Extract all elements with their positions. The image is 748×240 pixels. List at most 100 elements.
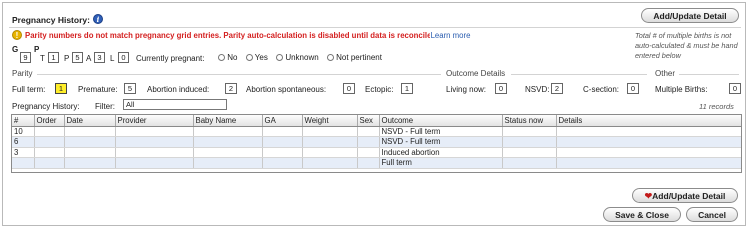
cell-details [556, 126, 741, 137]
preterm-field[interactable]: 5 [72, 52, 83, 63]
cell-ga [262, 147, 303, 158]
parity-divider [37, 74, 441, 75]
table-row[interactable]: 10 NSVD - Full term [12, 126, 741, 137]
pregnancy-history-label: Pregnancy History: [12, 102, 80, 111]
col-ga[interactable]: GA [262, 115, 303, 127]
living-letter: L [110, 54, 115, 63]
other-section-label: Other [655, 69, 676, 78]
cell-number: 6 [12, 136, 35, 148]
cell-weight [302, 147, 358, 158]
cell-provider [115, 126, 194, 137]
cell-weight [302, 157, 358, 169]
abortion-spontaneous-field[interactable]: 0 [343, 83, 355, 94]
cell-date [64, 126, 116, 137]
radio-unknown[interactable] [276, 54, 284, 62]
ectopic-label: Ectopic: [365, 85, 394, 94]
add-update-detail-button-top[interactable]: Add/Update Detail [641, 8, 739, 23]
info-icon[interactable]: i [93, 14, 103, 24]
cell-status-now [502, 136, 557, 148]
cell-outcome: Full term [379, 157, 503, 169]
col-order[interactable]: Order [34, 115, 65, 127]
radio-no-label: No [227, 53, 238, 62]
warning-line: Parity numbers do not match pregnancy gr… [25, 31, 471, 40]
abortion-letter: A [86, 54, 92, 63]
c-section-label: C-section: [583, 85, 620, 94]
pregnancy-history-grid: # Order Date Provider Baby Name GA Weigh… [11, 114, 742, 173]
cancel-button[interactable]: Cancel [686, 207, 738, 222]
abortion-field[interactable]: 3 [94, 52, 105, 63]
table-row[interactable]: Full term [12, 157, 741, 169]
grid-header-row: # Order Date Provider Baby Name GA Weigh… [12, 115, 741, 127]
nsvd-field[interactable]: 2 [551, 83, 563, 94]
currently-pregnant-options: No Yes Unknown Not pertinent [218, 53, 382, 62]
cell-outcome: NSVD - Full term [379, 136, 503, 148]
filter-input[interactable]: All [123, 99, 227, 110]
cell-date [64, 136, 116, 148]
col-outcome[interactable]: Outcome [379, 115, 503, 127]
cell-number [12, 157, 35, 169]
cell-status-now [502, 147, 557, 158]
header-divider [9, 27, 741, 28]
add-update-detail-label: Add/Update Detail [652, 191, 726, 201]
col-sex[interactable]: Sex [357, 115, 380, 127]
cell-number: 10 [12, 126, 35, 137]
col-number[interactable]: # [12, 115, 35, 127]
col-status-now[interactable]: Status now [502, 115, 557, 127]
record-count: 11 records [699, 102, 734, 111]
preterm-letter: P [64, 54, 70, 63]
abortion-spontaneous-label: Abortion spontaneous: [246, 85, 327, 94]
radio-not-pertinent[interactable] [326, 54, 334, 62]
cell-weight [302, 126, 358, 137]
table-row[interactable]: 3 Induced abortion [12, 147, 741, 158]
filter-label: Filter: [95, 102, 115, 111]
page-title: Pregnancy History: [12, 15, 90, 25]
radio-no[interactable] [218, 54, 225, 62]
term-field[interactable]: 1 [48, 52, 59, 63]
cell-provider [115, 147, 194, 158]
radio-unknown-label: Unknown [285, 53, 319, 62]
living-field[interactable]: 0 [118, 52, 129, 63]
cell-date [64, 157, 116, 169]
full-term-field[interactable]: 1 [55, 83, 67, 94]
cell-order [34, 147, 65, 158]
save-close-button[interactable]: Save & Close [603, 207, 681, 222]
cell-details [556, 136, 741, 148]
pregnancy-history-table: # Order Date Provider Baby Name GA Weigh… [12, 115, 741, 169]
abortion-induced-field[interactable]: 2 [225, 83, 237, 94]
outcome-section-label: Outcome Details [446, 69, 506, 78]
gravida-field[interactable]: 9 [20, 52, 31, 63]
cell-number: 3 [12, 147, 35, 158]
outcome-divider [511, 74, 647, 75]
warning-icon: ! [12, 30, 22, 40]
cell-sex [357, 126, 380, 137]
col-provider[interactable]: Provider [115, 115, 194, 127]
col-baby-name[interactable]: Baby Name [193, 115, 263, 127]
cell-date [64, 147, 116, 158]
c-section-field[interactable]: 0 [627, 83, 639, 94]
radio-not-pertinent-label: Not pertinent [336, 53, 382, 62]
col-date[interactable]: Date [64, 115, 116, 127]
table-row[interactable]: 6 NSVD - Full term [12, 136, 741, 148]
multiple-births-field[interactable]: 0 [729, 83, 741, 94]
cell-ga [262, 126, 303, 137]
living-now-field[interactable]: 0 [495, 83, 507, 94]
other-divider [679, 74, 739, 75]
term-letter: T [40, 54, 45, 63]
col-weight[interactable]: Weight [302, 115, 358, 127]
add-update-detail-button-bottom[interactable]: ❤Add/Update Detail [632, 188, 738, 203]
radio-yes[interactable] [245, 54, 253, 62]
nsvd-label: NSVD: [525, 85, 550, 94]
ectopic-field[interactable]: 1 [401, 83, 413, 94]
premature-field[interactable]: 5 [124, 83, 136, 94]
cell-order [34, 136, 65, 148]
learn-more-link[interactable]: Learn more [429, 31, 471, 40]
multiple-births-note: Total # of multiple births is not auto-c… [635, 31, 738, 60]
cell-baby-name [193, 126, 263, 137]
cell-provider [115, 136, 194, 148]
living-now-label: Living now: [446, 85, 487, 94]
cell-sex [357, 157, 380, 169]
cell-details [556, 147, 741, 158]
col-details[interactable]: Details [556, 115, 741, 127]
cell-baby-name [193, 136, 263, 148]
cell-order [34, 126, 65, 137]
